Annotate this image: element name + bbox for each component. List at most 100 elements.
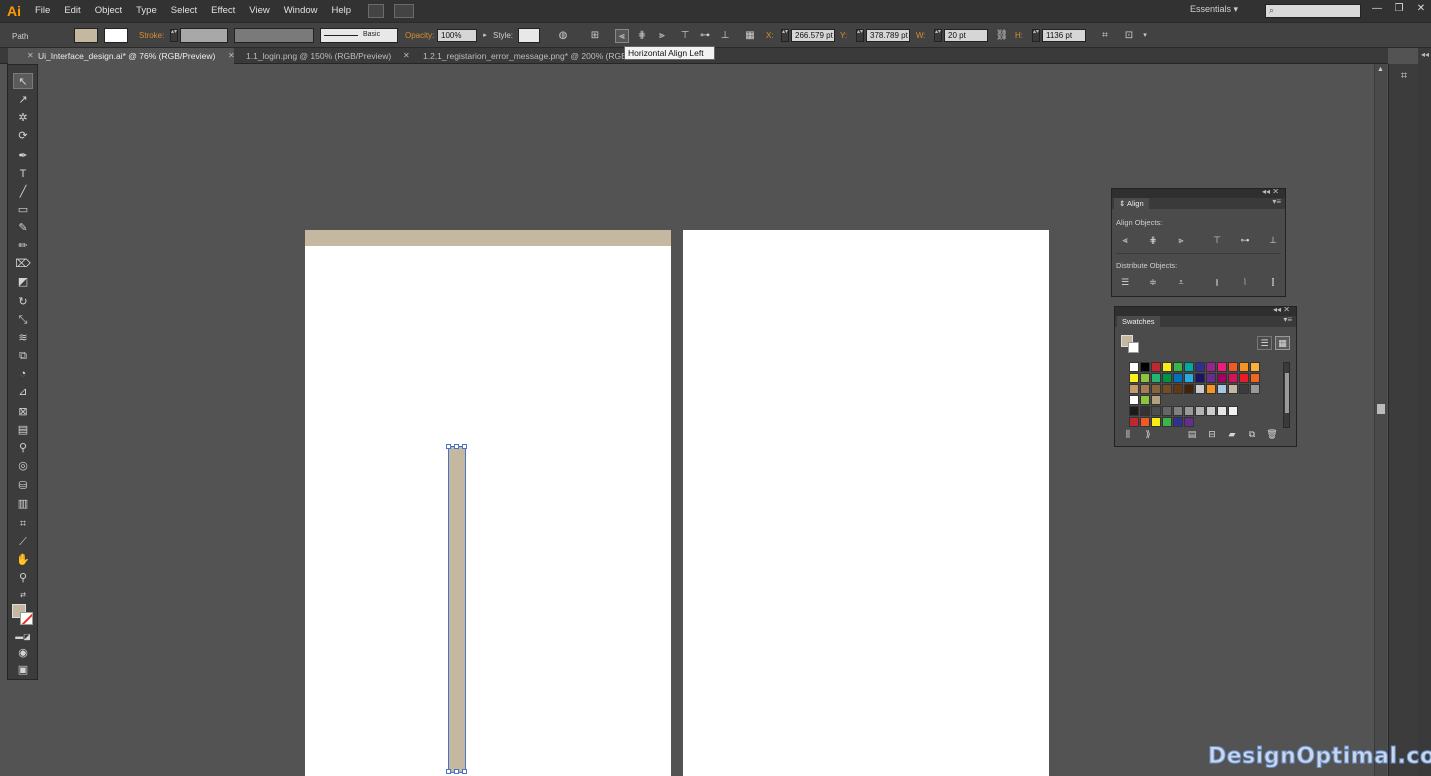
search-input[interactable]: ⌕: [1265, 4, 1361, 18]
lasso-tool-icon[interactable]: ⟳: [13, 128, 33, 144]
color-swatch[interactable]: [1151, 373, 1161, 383]
zoom-tool-icon[interactable]: ⚲: [13, 570, 33, 586]
color-swatch[interactable]: [1217, 362, 1227, 372]
workspace-switcher[interactable]: Essentials ▾: [1190, 4, 1238, 15]
color-swatch[interactable]: [1184, 384, 1194, 394]
color-swatch[interactable]: [1250, 384, 1260, 394]
swatches-tab[interactable]: Swatches: [1117, 316, 1160, 327]
color-swatch[interactable]: [1162, 406, 1172, 416]
slice-tool-icon[interactable]: ⟋: [13, 534, 33, 550]
paintbrush-tool-icon[interactable]: ✎: [13, 220, 33, 236]
symbol-sprayer-tool-icon[interactable]: ⛁: [13, 478, 33, 494]
align-horizontal-center-icon[interactable]: ⋕: [1146, 234, 1160, 246]
horizontal-align-right-icon[interactable]: ⫸: [655, 29, 669, 43]
column-graph-tool-icon[interactable]: ▥: [13, 496, 33, 512]
menu-object[interactable]: Object: [88, 0, 129, 22]
menu-file[interactable]: File: [28, 0, 57, 22]
color-swatch[interactable]: [1217, 406, 1227, 416]
rectangle-tool-icon[interactable]: ▭: [13, 202, 33, 218]
menu-type[interactable]: Type: [129, 0, 164, 22]
color-swatch[interactable]: [1129, 362, 1139, 372]
align-to-icon[interactable]: ⊞: [588, 29, 602, 43]
align-bottom-icon[interactable]: ⊥: [1266, 234, 1280, 246]
color-swatch[interactable]: [1184, 362, 1194, 372]
color-swatch[interactable]: [1217, 373, 1227, 383]
color-swatch[interactable]: [1228, 384, 1238, 394]
color-swatch[interactable]: [1140, 417, 1150, 427]
horizontal-align-center-icon[interactable]: ⋕: [635, 29, 649, 43]
menu-effect[interactable]: Effect: [204, 0, 242, 22]
constrain-proportions-icon[interactable]: ⛓: [995, 29, 1009, 43]
show-swatch-kinds-icon[interactable]: ▤: [1185, 428, 1199, 440]
color-swatch[interactable]: [1129, 373, 1139, 383]
scroll-up-icon[interactable]: ▲: [1377, 66, 1384, 73]
color-swatch[interactable]: [1195, 362, 1205, 372]
color-swatch[interactable]: [1217, 384, 1227, 394]
color-swatch[interactable]: [1250, 362, 1260, 372]
pen-tool-icon[interactable]: ✒: [13, 148, 33, 164]
selection-handle[interactable]: [462, 444, 467, 449]
color-swatch[interactable]: [1239, 384, 1249, 394]
isolate-icon[interactable]: ⊡: [1122, 29, 1136, 43]
color-swatch[interactable]: [1162, 373, 1172, 383]
gradient-tool-icon[interactable]: ▤: [13, 422, 33, 438]
color-swatch[interactable]: [1184, 417, 1194, 427]
color-swatch[interactable]: [1173, 362, 1183, 372]
arrange-documents-icon[interactable]: [394, 4, 415, 18]
selection-handle[interactable]: [446, 444, 451, 449]
menu-select[interactable]: Select: [164, 0, 204, 22]
distribute-top-icon[interactable]: ☰: [1118, 276, 1132, 288]
bridge-icon[interactable]: [368, 4, 385, 18]
color-swatch[interactable]: [1140, 373, 1150, 383]
color-swatch[interactable]: [1250, 373, 1260, 383]
color-swatch[interactable]: [1184, 373, 1194, 383]
horizontal-align-left-icon[interactable]: ⫷: [615, 29, 629, 43]
align-tab[interactable]: ⇕ Align: [1114, 198, 1149, 209]
distribute-left-icon[interactable]: ⫾: [1210, 276, 1224, 288]
stroke-weight-stepper[interactable]: ▴▾: [170, 29, 178, 42]
artboard-2[interactable]: [683, 230, 1049, 776]
color-swatch[interactable]: [1129, 395, 1139, 405]
distribute-bottom-icon[interactable]: ⩡: [1174, 276, 1188, 288]
stroke-color-picker[interactable]: [104, 28, 128, 43]
color-swatch[interactable]: [1173, 384, 1183, 394]
pencil-tool-icon[interactable]: ✏: [13, 238, 33, 254]
panel-menu-icon[interactable]: ▾≡: [1283, 315, 1292, 324]
perspective-grid-tool-icon[interactable]: ⊿: [13, 384, 33, 400]
panel-titlebar[interactable]: ◂◂ ✕: [1112, 187, 1285, 198]
screen-mode-icon[interactable]: ▣: [13, 662, 33, 678]
swatch-options-icon[interactable]: ⊟: [1205, 428, 1219, 440]
panel-collapse-close-icon[interactable]: ◂◂ ✕: [1273, 305, 1290, 314]
fill-color-picker[interactable]: [74, 28, 98, 43]
scrollbar-thumb[interactable]: [1377, 404, 1385, 414]
distribute-horizontal-center-icon[interactable]: ⦚: [1238, 276, 1252, 288]
align-right-icon[interactable]: ⫸: [1174, 234, 1188, 246]
color-swatch[interactable]: [1206, 384, 1216, 394]
document-tab-login[interactable]: 1.1_login.png @ 150% (RGB/Preview): [240, 48, 410, 64]
graphic-style-picker[interactable]: [518, 28, 540, 43]
align-top-icon[interactable]: ⊤: [1210, 234, 1224, 246]
color-swatch[interactable]: [1206, 362, 1216, 372]
artboards-panel-icon[interactable]: ⌗: [1394, 68, 1414, 84]
distribute-right-icon[interactable]: ⫿: [1266, 276, 1280, 288]
opacity-arrow-icon[interactable]: ▸: [478, 29, 492, 43]
control-panel-menu-icon[interactable]: ▾: [1138, 29, 1152, 43]
mesh-tool-icon[interactable]: ⊠: [13, 404, 33, 420]
h-field[interactable]: 1136 pt: [1042, 29, 1086, 42]
expand-panels-icon[interactable]: ◂◂: [1421, 50, 1429, 59]
color-swatch[interactable]: [1195, 373, 1205, 383]
stroke-swatch[interactable]: [20, 612, 33, 625]
color-swatch[interactable]: [1206, 373, 1216, 383]
panel-collapse-close-icon[interactable]: ◂◂ ✕: [1262, 187, 1279, 196]
new-color-group-icon[interactable]: ▰: [1225, 428, 1239, 440]
x-field[interactable]: 266.579 pt: [791, 29, 835, 42]
y-field[interactable]: 378.789 pt: [866, 29, 910, 42]
swatches-scrollbar[interactable]: [1283, 362, 1290, 428]
add-to-library-icon[interactable]: ⟫: [1141, 428, 1155, 440]
restore-icon[interactable]: ❐: [1390, 2, 1408, 16]
x-stepper[interactable]: ▴▾: [781, 29, 789, 42]
color-swatch[interactable]: [1162, 362, 1172, 372]
color-swatch[interactable]: [1140, 362, 1150, 372]
color-swatch[interactable]: [1129, 384, 1139, 394]
swatch-libraries-icon[interactable]: ⫼: [1121, 428, 1135, 440]
